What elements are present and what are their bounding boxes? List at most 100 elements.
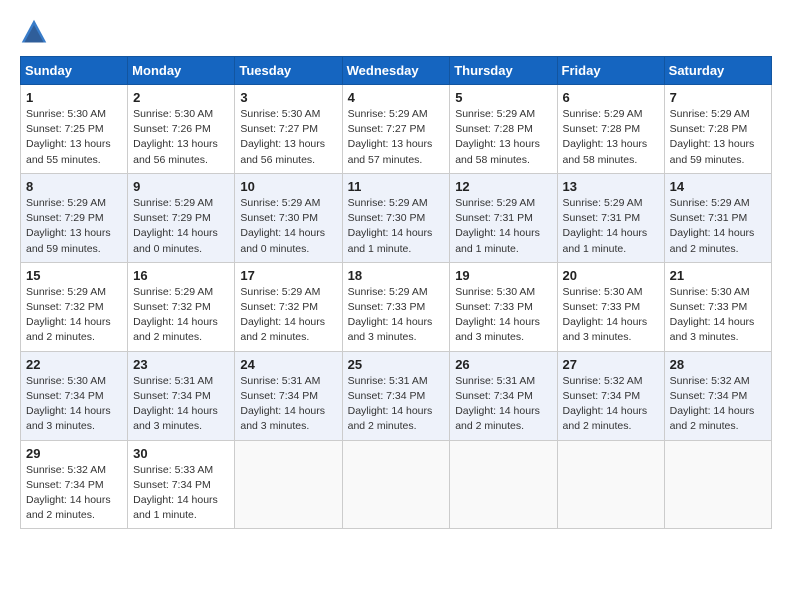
day-number: 5 [455, 90, 551, 105]
day-number: 17 [240, 268, 336, 283]
day-number: 29 [26, 446, 122, 461]
calendar-header-saturday: Saturday [664, 57, 771, 85]
day-info: Sunrise: 5:29 AM Sunset: 7:31 PM Dayligh… [455, 196, 551, 257]
page: SundayMondayTuesdayWednesdayThursdayFrid… [0, 0, 792, 547]
day-info: Sunrise: 5:30 AM Sunset: 7:26 PM Dayligh… [133, 107, 229, 168]
calendar-cell: 11 Sunrise: 5:29 AM Sunset: 7:30 PM Dayli… [342, 173, 450, 262]
calendar-cell: 3 Sunrise: 5:30 AM Sunset: 7:27 PM Daylig… [235, 85, 342, 174]
day-info: Sunrise: 5:33 AM Sunset: 7:34 PM Dayligh… [133, 463, 229, 524]
calendar-cell: 8Sunrise: 5:29 AM Sunset: 7:29 PM Daylig… [21, 173, 128, 262]
day-info: Sunrise: 5:29 AM Sunset: 7:30 PM Dayligh… [348, 196, 445, 257]
day-info: Sunrise: 5:29 AM Sunset: 7:28 PM Dayligh… [563, 107, 659, 168]
calendar-week-row: 29 Sunrise: 5:32 AM Sunset: 7:34 PM Dayli… [21, 440, 772, 529]
calendar-header-thursday: Thursday [450, 57, 557, 85]
day-info: Sunrise: 5:29 AM Sunset: 7:33 PM Dayligh… [348, 285, 445, 346]
day-info: Sunrise: 5:29 AM Sunset: 7:28 PM Dayligh… [455, 107, 551, 168]
calendar-cell: 5 Sunrise: 5:29 AM Sunset: 7:28 PM Daylig… [450, 85, 557, 174]
calendar-header-friday: Friday [557, 57, 664, 85]
calendar-cell: 20 Sunrise: 5:30 AM Sunset: 7:33 PM Dayli… [557, 262, 664, 351]
day-info: Sunrise: 5:29 AM Sunset: 7:32 PM Dayligh… [240, 285, 336, 346]
day-number: 27 [563, 357, 659, 372]
calendar-cell: 7 Sunrise: 5:29 AM Sunset: 7:28 PM Daylig… [664, 85, 771, 174]
calendar-cell: 22 Sunrise: 5:30 AM Sunset: 7:34 PM Dayli… [21, 351, 128, 440]
day-number: 9 [133, 179, 229, 194]
day-info: Sunrise: 5:29 AM Sunset: 7:30 PM Dayligh… [240, 196, 336, 257]
calendar-cell: 14 Sunrise: 5:29 AM Sunset: 7:31 PM Dayli… [664, 173, 771, 262]
day-number: 4 [348, 90, 445, 105]
calendar-cell: 15 Sunrise: 5:29 AM Sunset: 7:32 PM Dayli… [21, 262, 128, 351]
day-info: Sunrise: 5:29 AM Sunset: 7:31 PM Dayligh… [563, 196, 659, 257]
calendar-header-tuesday: Tuesday [235, 57, 342, 85]
day-number: 16 [133, 268, 229, 283]
calendar-cell: 25 Sunrise: 5:31 AM Sunset: 7:34 PM Dayli… [342, 351, 450, 440]
day-number: 26 [455, 357, 551, 372]
day-info: Sunrise: 5:29 AM Sunset: 7:28 PM Dayligh… [670, 107, 766, 168]
calendar-cell: 26 Sunrise: 5:31 AM Sunset: 7:34 PM Dayli… [450, 351, 557, 440]
day-info: Sunrise: 5:29 AM Sunset: 7:31 PM Dayligh… [670, 196, 766, 257]
calendar-cell: 10Sunrise: 5:29 AM Sunset: 7:30 PM Dayli… [235, 173, 342, 262]
calendar-cell [235, 440, 342, 529]
day-number: 12 [455, 179, 551, 194]
calendar-cell: 1 Sunrise: 5:30 AM Sunset: 7:25 PM Daylig… [21, 85, 128, 174]
day-info: Sunrise: 5:32 AM Sunset: 7:34 PM Dayligh… [563, 374, 659, 435]
day-info: Sunrise: 5:32 AM Sunset: 7:34 PM Dayligh… [670, 374, 766, 435]
calendar-week-row: 22 Sunrise: 5:30 AM Sunset: 7:34 PM Dayli… [21, 351, 772, 440]
calendar-week-row: 1 Sunrise: 5:30 AM Sunset: 7:25 PM Daylig… [21, 85, 772, 174]
day-number: 20 [563, 268, 659, 283]
calendar-cell: 17 Sunrise: 5:29 AM Sunset: 7:32 PM Dayli… [235, 262, 342, 351]
day-number: 7 [670, 90, 766, 105]
calendar-header-sunday: Sunday [21, 57, 128, 85]
calendar-cell: 24 Sunrise: 5:31 AM Sunset: 7:34 PM Dayli… [235, 351, 342, 440]
day-number: 28 [670, 357, 766, 372]
day-info: Sunrise: 5:29 AM Sunset: 7:29 PM Dayligh… [26, 196, 122, 257]
calendar-header-wednesday: Wednesday [342, 57, 450, 85]
day-number: 25 [348, 357, 445, 372]
day-number: 11 [348, 179, 445, 194]
day-number: 1 [26, 90, 122, 105]
calendar-week-row: 8Sunrise: 5:29 AM Sunset: 7:29 PM Daylig… [21, 173, 772, 262]
calendar-week-row: 15 Sunrise: 5:29 AM Sunset: 7:32 PM Dayli… [21, 262, 772, 351]
day-info: Sunrise: 5:29 AM Sunset: 7:32 PM Dayligh… [133, 285, 229, 346]
calendar-cell: 13 Sunrise: 5:29 AM Sunset: 7:31 PM Dayli… [557, 173, 664, 262]
day-info: Sunrise: 5:30 AM Sunset: 7:33 PM Dayligh… [563, 285, 659, 346]
calendar-cell: 2 Sunrise: 5:30 AM Sunset: 7:26 PM Daylig… [128, 85, 235, 174]
calendar-cell: 27 Sunrise: 5:32 AM Sunset: 7:34 PM Dayli… [557, 351, 664, 440]
day-info: Sunrise: 5:32 AM Sunset: 7:34 PM Dayligh… [26, 463, 122, 524]
calendar-table: SundayMondayTuesdayWednesdayThursdayFrid… [20, 56, 772, 529]
day-number: 22 [26, 357, 122, 372]
logo-icon [20, 18, 48, 46]
calendar-cell: 9Sunrise: 5:29 AM Sunset: 7:29 PM Daylig… [128, 173, 235, 262]
calendar-cell: 29 Sunrise: 5:32 AM Sunset: 7:34 PM Dayli… [21, 440, 128, 529]
day-info: Sunrise: 5:29 AM Sunset: 7:27 PM Dayligh… [348, 107, 445, 168]
day-number: 13 [563, 179, 659, 194]
calendar-cell [450, 440, 557, 529]
day-info: Sunrise: 5:30 AM Sunset: 7:25 PM Dayligh… [26, 107, 122, 168]
day-info: Sunrise: 5:31 AM Sunset: 7:34 PM Dayligh… [348, 374, 445, 435]
calendar-cell: 18 Sunrise: 5:29 AM Sunset: 7:33 PM Dayli… [342, 262, 450, 351]
day-info: Sunrise: 5:31 AM Sunset: 7:34 PM Dayligh… [133, 374, 229, 435]
day-number: 23 [133, 357, 229, 372]
day-number: 14 [670, 179, 766, 194]
day-info: Sunrise: 5:30 AM Sunset: 7:34 PM Dayligh… [26, 374, 122, 435]
day-number: 24 [240, 357, 336, 372]
day-number: 2 [133, 90, 229, 105]
calendar-cell: 4 Sunrise: 5:29 AM Sunset: 7:27 PM Daylig… [342, 85, 450, 174]
day-info: Sunrise: 5:30 AM Sunset: 7:33 PM Dayligh… [670, 285, 766, 346]
calendar-cell: 19 Sunrise: 5:30 AM Sunset: 7:33 PM Dayli… [450, 262, 557, 351]
day-info: Sunrise: 5:30 AM Sunset: 7:33 PM Dayligh… [455, 285, 551, 346]
day-info: Sunrise: 5:30 AM Sunset: 7:27 PM Dayligh… [240, 107, 336, 168]
day-number: 19 [455, 268, 551, 283]
calendar-cell: 28 Sunrise: 5:32 AM Sunset: 7:34 PM Dayli… [664, 351, 771, 440]
day-number: 15 [26, 268, 122, 283]
logo [20, 18, 52, 46]
day-info: Sunrise: 5:31 AM Sunset: 7:34 PM Dayligh… [240, 374, 336, 435]
day-info: Sunrise: 5:29 AM Sunset: 7:32 PM Dayligh… [26, 285, 122, 346]
calendar-header-row: SundayMondayTuesdayWednesdayThursdayFrid… [21, 57, 772, 85]
day-number: 3 [240, 90, 336, 105]
calendar-cell: 6Sunrise: 5:29 AM Sunset: 7:28 PM Daylig… [557, 85, 664, 174]
calendar-cell [664, 440, 771, 529]
day-number: 18 [348, 268, 445, 283]
day-info: Sunrise: 5:31 AM Sunset: 7:34 PM Dayligh… [455, 374, 551, 435]
calendar-cell: 30Sunrise: 5:33 AM Sunset: 7:34 PM Dayli… [128, 440, 235, 529]
calendar-cell [557, 440, 664, 529]
